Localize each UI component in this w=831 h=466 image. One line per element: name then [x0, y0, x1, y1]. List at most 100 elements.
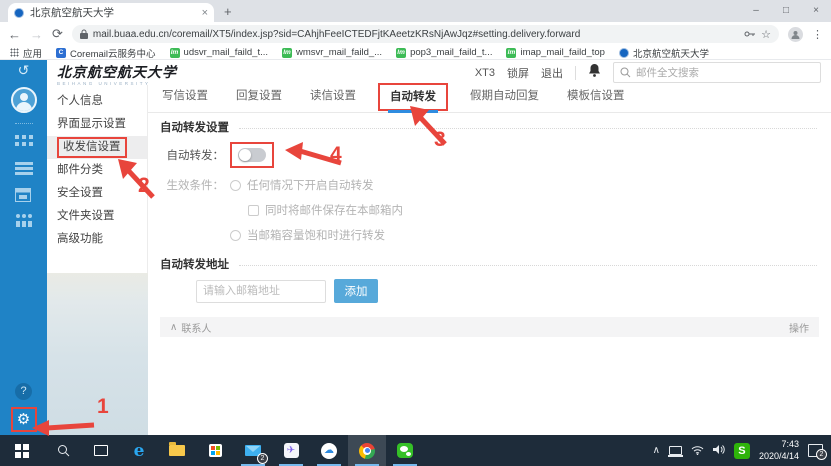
store-button[interactable] [196, 435, 234, 466]
radio-any-condition[interactable] [230, 180, 241, 191]
wifi-icon[interactable] [691, 442, 704, 460]
condition-label: 生效条件： [156, 177, 224, 193]
sort-icon[interactable]: ∧ [170, 322, 177, 333]
mail-search-box[interactable] [613, 62, 821, 83]
tab-reply-settings[interactable]: 回复设置 [230, 87, 288, 112]
sogou-input-icon[interactable]: S [734, 443, 750, 459]
section-forward-address: 自动转发地址 [160, 256, 817, 271]
wechat-button[interactable] [386, 435, 424, 466]
forward-button[interactable]: → [30, 27, 43, 42]
address-table-header: ∧ 联系人 操作 [160, 317, 819, 337]
folder-icon[interactable] [15, 161, 33, 176]
action-column-header: 操作 [789, 320, 809, 335]
checkbox-keep-copy[interactable] [248, 205, 259, 216]
mail-search-input[interactable] [636, 67, 814, 79]
quota-full-row: 当邮箱容量饱和时进行转发 [148, 227, 831, 243]
bookmark-wmsvr[interactable]: lm wmsvr_mail_faild_... [282, 47, 382, 58]
lock-screen-link[interactable]: 锁屏 [507, 65, 529, 81]
tab-vacation-reply[interactable]: 假期自动回复 [464, 87, 545, 112]
browser-menu-icon[interactable]: ⋮ [812, 28, 823, 41]
close-button[interactable]: × [801, 0, 831, 22]
task-view-button[interactable] [82, 435, 120, 466]
annotation-box-2[interactable]: 收发信设置 [57, 137, 127, 158]
sidebar-item-security[interactable]: 安全设置 [47, 182, 147, 205]
bookmark-coremail[interactable]: C Coremail云服务中心 [56, 46, 156, 60]
action-center-icon[interactable]: 2 [808, 444, 823, 457]
settings-gear-icon[interactable]: ⚙ [17, 412, 30, 427]
reload-button[interactable]: ⟳ [52, 26, 63, 42]
help-icon[interactable]: ? [15, 383, 32, 400]
mail-app-button[interactable]: 2 [234, 435, 272, 466]
minimize-button[interactable]: – [741, 0, 771, 22]
mail-grid-icon[interactable] [15, 135, 33, 150]
address-bar[interactable]: mail.buaa.edu.cn/coremail/XT5/index.jsp?… [72, 25, 779, 43]
password-key-icon[interactable] [744, 30, 756, 38]
sidebar-item-folders[interactable]: 文件夹设置 [47, 205, 147, 228]
calendar-icon[interactable] [15, 187, 33, 202]
cloud-app-button[interactable]: ☁ [310, 435, 348, 466]
address-input-row: 添加 [148, 279, 831, 303]
section-title: 自动转发设置 [160, 119, 229, 135]
annotation-box-1: ⚙ [11, 407, 37, 432]
header-actions: XT3 锁屏 退出 [475, 60, 821, 85]
logout-link[interactable]: 退出 [541, 65, 563, 81]
forward-address-input[interactable] [196, 280, 326, 303]
sidebar-item-personal-info[interactable]: 个人信息 [47, 90, 147, 113]
section-title: 自动转发地址 [160, 256, 229, 272]
tab-close-icon[interactable]: × [202, 7, 208, 19]
sidebar-item-advanced[interactable]: 高级功能 [47, 228, 147, 251]
mail-master-icon: ✈ [284, 443, 299, 458]
sidebar-item-send-receive[interactable]: 收发信设置 [47, 136, 147, 159]
screen: 北京航空航天大学 × + – □ × ← → ⟳ mail.buaa.edu.c… [0, 0, 831, 466]
new-tab-button[interactable]: + [224, 4, 232, 19]
maximize-button[interactable]: □ [771, 0, 801, 22]
edge-button[interactable]: e [120, 435, 158, 466]
back-icon[interactable]: ↺ [18, 62, 30, 79]
taskbar-time: 7:43 [759, 439, 799, 450]
start-button[interactable] [0, 435, 44, 466]
action-center-badge: 2 [816, 449, 827, 460]
option-any-label: 任何情况下开启自动转发 [247, 177, 374, 193]
chrome-button[interactable] [348, 435, 386, 466]
bookmark-imap[interactable]: lm imap_mail_faild_top [506, 47, 605, 58]
tab-compose-settings[interactable]: 写信设置 [156, 87, 214, 112]
battery-icon[interactable] [669, 446, 682, 455]
apps-grid-icon [10, 48, 19, 57]
browser-tab[interactable]: 北京航空航天大学 × [8, 3, 214, 22]
bookmark-udsvr[interactable]: lm udsvr_mail_faild_t... [170, 47, 268, 58]
bookmark-star-icon[interactable]: ☆ [761, 28, 771, 41]
profile-avatar[interactable] [788, 27, 803, 42]
bookmark-buaa[interactable]: 北京航空航天大学 [619, 46, 709, 60]
taskbar-search-button[interactable] [44, 435, 82, 466]
back-button[interactable]: ← [8, 27, 21, 42]
window-controls: – □ × [741, 0, 831, 22]
add-address-button[interactable]: 添加 [334, 279, 378, 303]
auto-forward-toggle[interactable] [238, 148, 266, 162]
tab-read-settings[interactable]: 读信设置 [304, 87, 362, 112]
volume-icon[interactable] [713, 442, 725, 460]
annotation-box-4 [230, 142, 274, 168]
bookmark-pop3[interactable]: lm pop3_mail_faild_t... [396, 47, 492, 58]
contacts-icon[interactable] [15, 213, 33, 228]
task-view-icon [94, 445, 108, 456]
coremail-favicon: C [56, 48, 66, 58]
browser-tabstrip: 北京航空航天大学 × + – □ × [0, 0, 831, 22]
sidebar-item-display[interactable]: 界面显示设置 [47, 113, 147, 136]
buaa-favicon [619, 48, 629, 58]
buaa-favicon [14, 8, 24, 18]
mail-master-button[interactable]: ✈ [272, 435, 310, 466]
radio-quota-full[interactable] [230, 230, 241, 241]
settings-tabs: 写信设置 回复设置 读信设置 自动转发 假期自动回复 模板信设置 [148, 85, 831, 113]
sidebar-item-mail-classify[interactable]: 邮件分类 [47, 159, 147, 182]
taskbar-date: 2020/4/14 [759, 451, 799, 462]
bookmark-apps[interactable]: 应用 [10, 46, 42, 60]
file-explorer-button[interactable] [158, 435, 196, 466]
taskbar-clock[interactable]: 7:43 2020/4/14 [759, 439, 799, 462]
tray-chevron-icon[interactable]: ∧ [653, 445, 660, 456]
user-avatar[interactable] [11, 87, 37, 113]
bell-icon[interactable] [588, 63, 601, 82]
tab-auto-forward[interactable]: 自动转发 [378, 83, 448, 111]
left-icon-strip: ↺ ? ⚙ [0, 60, 47, 435]
tab-template-settings[interactable]: 模板信设置 [561, 87, 631, 112]
store-icon [209, 444, 222, 457]
